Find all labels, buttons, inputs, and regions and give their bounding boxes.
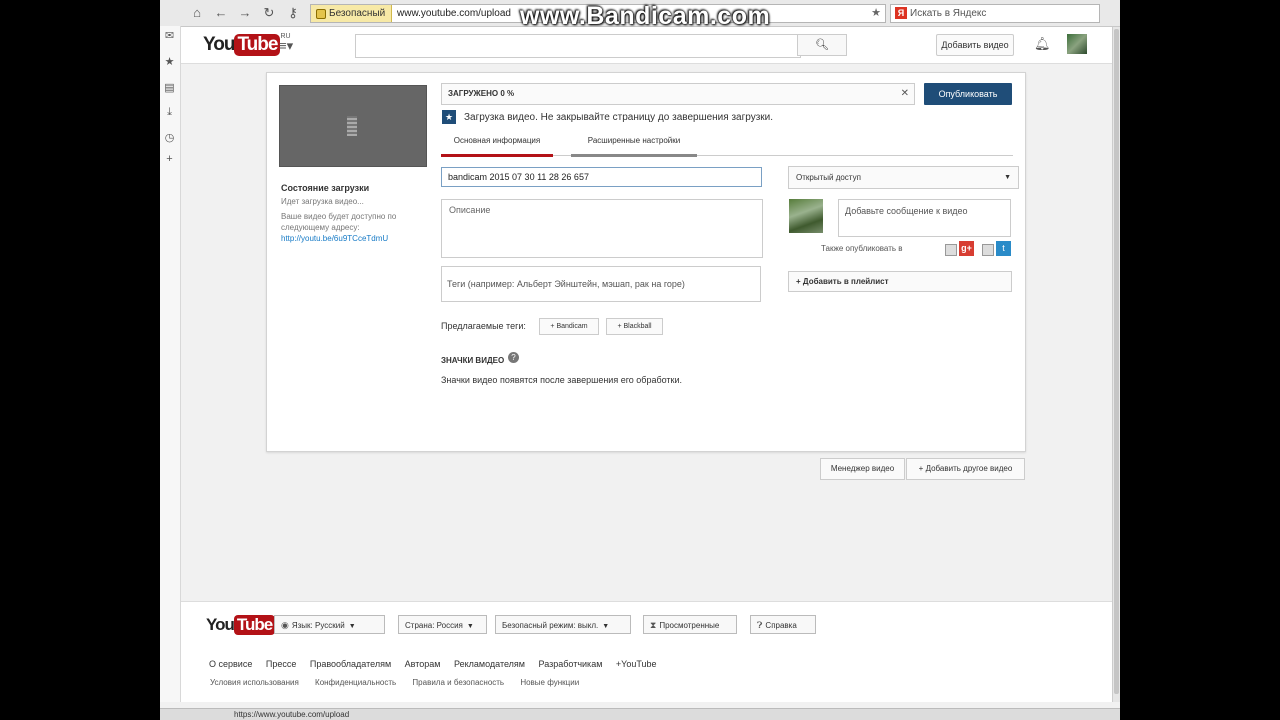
star-icon: ★	[442, 110, 456, 124]
footer-link[interactable]: О сервисе	[209, 659, 252, 669]
safe-mode-button[interactable]: Безопасный режим: выкл. ▼	[495, 615, 631, 634]
upload-tabs: Основная информация Расширенные настройк…	[441, 133, 1013, 157]
bell-icon[interactable]: 🔔︎	[1034, 36, 1051, 52]
caret-down-icon: ▼	[602, 623, 610, 630]
description-field[interactable]: Описание	[441, 199, 763, 258]
forward-icon[interactable]: →	[236, 4, 254, 22]
search-input[interactable]	[355, 34, 801, 58]
avatar	[789, 199, 823, 233]
add-to-playlist-button[interactable]: + Добавить в плейлист	[788, 271, 1012, 292]
hourglass-icon: ⧗	[650, 620, 657, 630]
scrollbar[interactable]	[1112, 27, 1120, 702]
footer-link[interactable]: Конфиденциальность	[315, 678, 396, 687]
country-button[interactable]: Страна: Россия ▼	[398, 615, 487, 634]
help-button[interactable]: ❓︎ Справка	[750, 615, 816, 634]
footer-link[interactable]: Новые функции	[520, 678, 579, 687]
upload-notice: Загрузка видео. Не закрывайте страницу д…	[464, 112, 774, 123]
download-icon[interactable]: ⤓	[163, 106, 176, 119]
tags-field[interactable]: Теги (например: Альберт Эйнштейн, мэшап,…	[441, 266, 761, 302]
search-icon: 🔍︎	[815, 39, 829, 51]
browser-sidebar: ✉ ★ ▤ ⤓ ◷ +	[160, 26, 181, 702]
footer-links: О сервисе Прессе Правообладателям Автора…	[209, 659, 668, 669]
language-button[interactable]: ◉ Язык: Русский ▼	[274, 615, 385, 634]
video-manager-button[interactable]: Менеджер видео	[820, 458, 905, 480]
history-icon[interactable]: ◷	[163, 132, 176, 145]
video-url-link[interactable]: http://youtu.be/6u9TCceTdmU	[281, 234, 388, 243]
upload-panel: Состояние загрузки Идет загрузка видео..…	[266, 72, 1026, 452]
upload-progress-bar: ЗАГРУЖЕНО 0 % ✕	[441, 83, 915, 105]
yandex-search[interactable]: Я Искать в Яндекс	[890, 4, 1100, 23]
browser-statusbar: https://www.youtube.com/upload	[160, 708, 1120, 720]
footer-link[interactable]: Прессе	[266, 659, 297, 669]
footer-link[interactable]: Правила и безопасность	[412, 678, 504, 687]
suggested-tag-button[interactable]: + Blackball	[606, 318, 663, 335]
star-icon[interactable]: ★	[871, 5, 881, 22]
publish-button[interactable]: Опубликовать	[924, 83, 1012, 105]
help-icon[interactable]: ?	[508, 352, 519, 363]
upload-progress-text: Идет загрузка видео...	[281, 197, 364, 206]
footer-link[interactable]: Разработчикам	[539, 659, 603, 669]
google-plus-icon[interactable]: g+	[959, 241, 974, 256]
twitter-icon[interactable]: t	[996, 241, 1011, 256]
footer-link[interactable]: Рекламодателям	[454, 659, 525, 669]
footer-link[interactable]: +YouTube	[616, 659, 657, 669]
checkbox[interactable]	[945, 244, 957, 256]
share-message-field[interactable]: Добавьте сообщение к видео	[838, 199, 1011, 237]
add-icon[interactable]: +	[163, 153, 176, 166]
suggested-tag-button[interactable]: + Bandicam	[539, 318, 599, 335]
add-another-video-button[interactable]: + Добавить другое видео	[906, 458, 1025, 480]
thumbnails-note: Значки видео появятся после завершения е…	[441, 375, 683, 385]
footer-link[interactable]: Правообладателям	[310, 659, 391, 669]
thumbnail-placeholder	[347, 116, 357, 136]
status-url: https://www.youtube.com/upload	[234, 710, 350, 719]
secure-badge[interactable]: Безопасный	[311, 5, 393, 22]
video-thumbnail	[279, 85, 427, 167]
footer-link[interactable]: Авторам	[405, 659, 441, 669]
upload-state-title: Состояние загрузки	[281, 183, 370, 193]
reload-icon[interactable]: ↻	[260, 4, 278, 22]
footer-secondary-links: Условия использования Конфиденциальность…	[210, 678, 593, 687]
caret-down-icon: ▼	[466, 623, 474, 630]
progress-label: ЗАГРУЖЕНО 0 %	[448, 89, 515, 98]
footer-youtube-logo[interactable]: You Tube	[206, 615, 276, 635]
guide-menu-icon[interactable]: ≡▾	[279, 38, 293, 54]
back-icon[interactable]: ←	[212, 4, 230, 22]
share-also-label: Также опубликовать в	[821, 244, 903, 253]
language-icon: ◉	[281, 620, 289, 630]
key-icon[interactable]: ⚷	[284, 4, 302, 22]
add-video-button[interactable]: Добавить видео	[936, 34, 1014, 56]
thumbnails-title: ЗНАЧКИ ВИДЕО	[441, 356, 505, 365]
screen: ⌂ ← → ↻ ⚷ Безопасный www.youtube.com/upl…	[160, 0, 1120, 720]
privacy-select[interactable]: Открытый доступ ▼	[788, 166, 1019, 189]
title-field[interactable]: bandicam 2015 07 30 11 28 26 657	[441, 167, 762, 187]
tab-basic-info[interactable]: Основная информация	[441, 133, 553, 157]
lock-icon	[316, 9, 326, 19]
yandex-logo-icon: Я	[895, 7, 907, 19]
youtube-logo[interactable]: You Tube RU	[203, 33, 291, 56]
search-button[interactable]: 🔍︎	[797, 34, 847, 56]
help-icon: ❓︎	[757, 620, 763, 630]
star-icon[interactable]: ★	[163, 56, 176, 69]
scrollbar-thumb[interactable]	[1114, 29, 1119, 694]
tab-advanced-settings[interactable]: Расширенные настройки	[571, 133, 697, 157]
footer: You Tube ◉ Язык: Русский ▼ Страна: Россия ▼ …	[181, 601, 1115, 702]
video-url-info: Ваше видео будет доступно по следующему …	[281, 212, 397, 243]
footer-link[interactable]: Условия использования	[210, 678, 299, 687]
suggested-tags-label: Предлагаемые теги:	[441, 321, 526, 331]
url-text: www.youtube.com/upload	[397, 8, 511, 19]
history-button[interactable]: ⧗ Просмотренные	[643, 615, 737, 634]
mail-icon[interactable]: ✉	[163, 30, 176, 43]
caret-down-icon: ▼	[348, 623, 356, 630]
avatar[interactable]	[1067, 34, 1087, 54]
checkbox[interactable]	[982, 244, 994, 256]
notes-icon[interactable]: ▤	[163, 82, 176, 95]
close-icon[interactable]: ✕	[901, 84, 909, 104]
caret-down-icon: ▼	[1004, 174, 1011, 181]
home-icon[interactable]: ⌂	[188, 4, 206, 22]
youtube-header: You Tube RU ≡▾ 🔍︎ Добавить видео 🔔︎	[181, 27, 1115, 64]
